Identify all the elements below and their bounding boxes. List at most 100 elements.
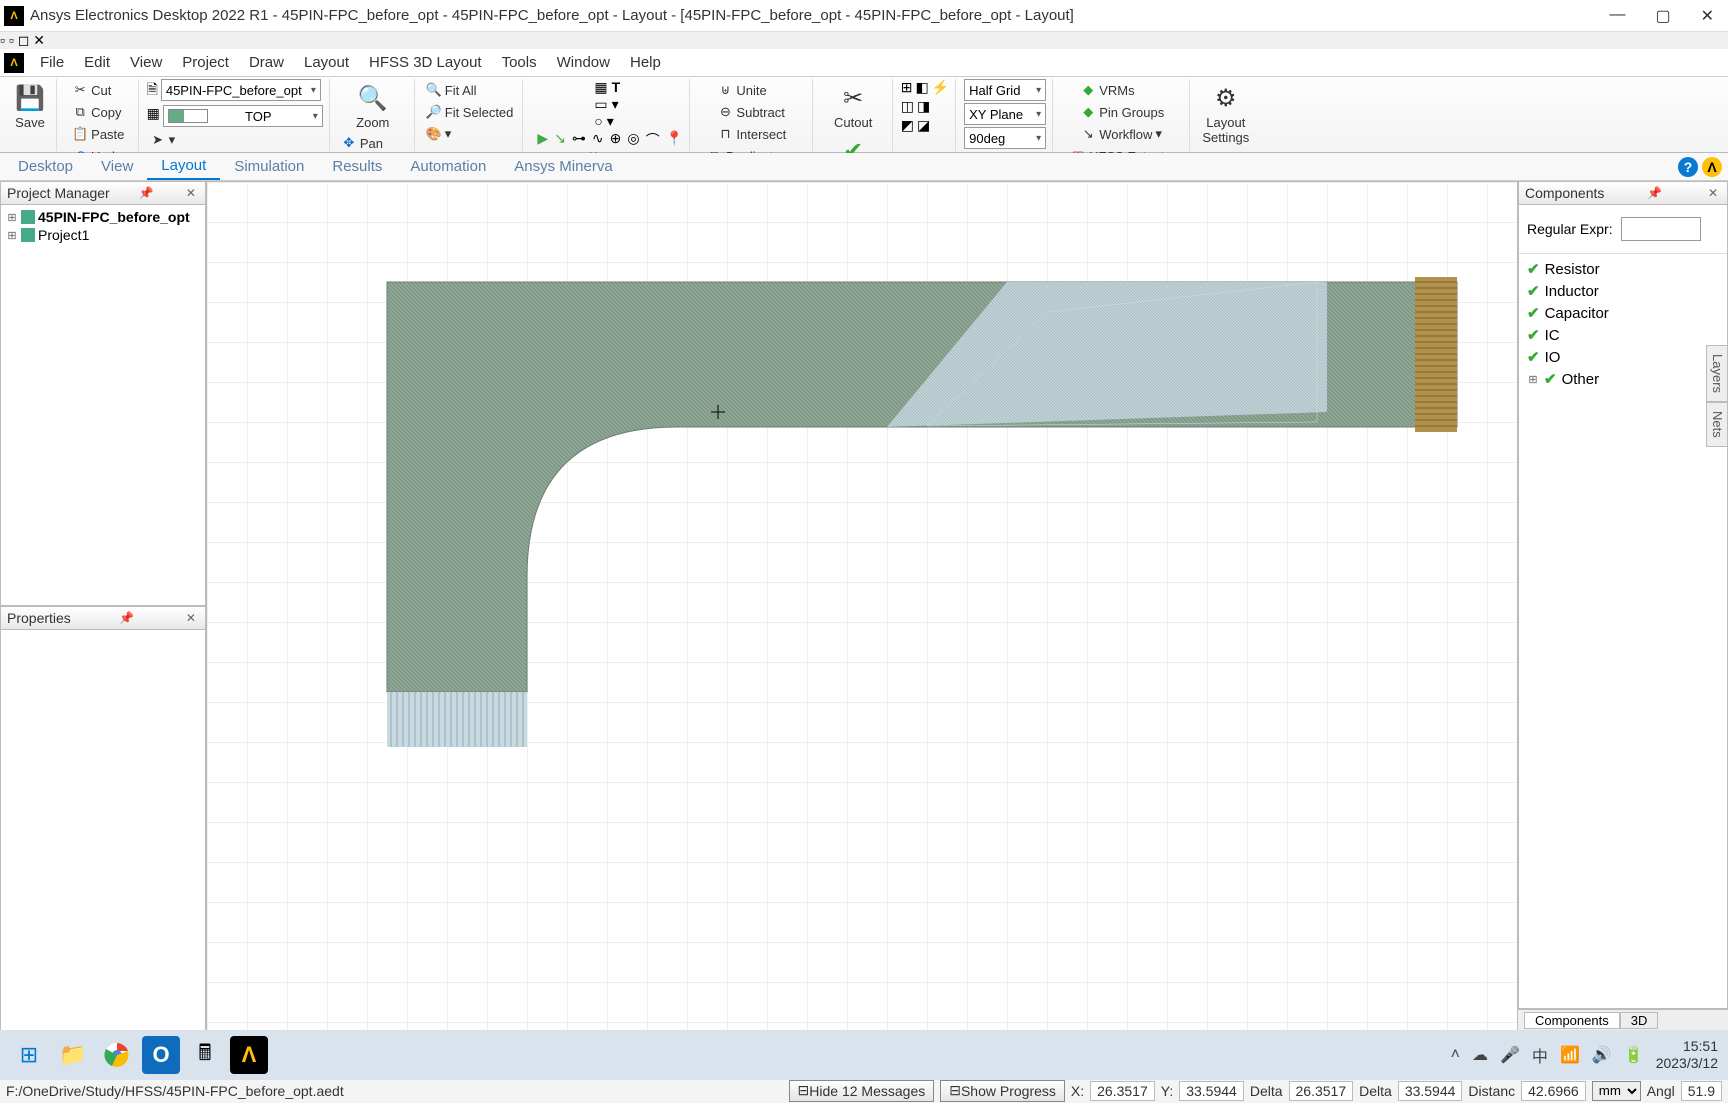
menu-help[interactable]: Help	[620, 51, 671, 74]
vrms-button[interactable]: ◆VRMs	[1077, 79, 1167, 101]
color-button[interactable]: 🎨▾	[423, 123, 517, 145]
tab-simulation[interactable]: Simulation	[220, 154, 318, 179]
close-panel-icon[interactable]: ✕	[183, 186, 199, 200]
menu-layout[interactable]: Layout	[294, 51, 359, 74]
rect-tool-icon[interactable]: ▭	[594, 96, 607, 113]
regex-input[interactable]	[1621, 217, 1701, 241]
subtract-button[interactable]: ⊖Subtract	[714, 101, 789, 123]
explorer-icon[interactable]: 📁	[54, 1036, 92, 1074]
zoom-button[interactable]: 🔍Zoom	[352, 79, 393, 132]
mdi-window-controls[interactable]: ▫ ▫ ◻ ✕	[0, 32, 1728, 49]
save-button[interactable]: 💾 Save	[10, 79, 50, 132]
menu-bar: Λ File Edit View Project Draw Layout HFS…	[0, 49, 1728, 77]
paste-button[interactable]: 📋Paste	[69, 123, 127, 145]
design-dropdown[interactable]: 45PIN-FPC_before_opt▾	[161, 79, 321, 101]
layout-settings-button[interactable]: ⚙LayoutSettings	[1198, 79, 1253, 147]
close-panel-icon[interactable]: ✕	[1705, 186, 1721, 200]
menu-project[interactable]: Project	[172, 51, 239, 74]
menu-edit[interactable]: Edit	[74, 51, 120, 74]
tab-3d[interactable]: 3D	[1620, 1012, 1659, 1029]
onedrive-icon[interactable]: ☁	[1472, 1045, 1488, 1065]
menu-draw[interactable]: Draw	[239, 51, 294, 74]
tab-components[interactable]: Components	[1524, 1012, 1620, 1029]
grid-mode-dropdown[interactable]: Half Grid▾	[964, 79, 1046, 101]
check-icon[interactable]: ✔	[1544, 370, 1557, 388]
pingroups-button[interactable]: ◆Pin Groups	[1077, 101, 1167, 123]
cutout-button[interactable]: ✂Cutout	[830, 79, 876, 132]
paste-icon: 📋	[72, 126, 88, 142]
close-icon[interactable]: ✕	[1701, 6, 1714, 26]
tab-layout[interactable]: Layout	[147, 153, 220, 180]
pointer-tool[interactable]: ➤▾	[147, 129, 323, 151]
side-tab-nets[interactable]: Nets	[1706, 402, 1728, 447]
check-icon[interactable]: ✔	[1527, 326, 1540, 344]
ansys-logo-icon[interactable]: Λ	[1702, 157, 1722, 177]
arc-icon[interactable]: ⌒	[646, 130, 660, 150]
via-icon[interactable]: ⊕	[610, 130, 622, 150]
unit-select[interactable]: mm	[1592, 1081, 1641, 1101]
angle-dropdown[interactable]: 90deg▾	[964, 127, 1046, 149]
menu-hfss3d[interactable]: HFSS 3D Layout	[359, 51, 492, 74]
snap1-icon[interactable]: ⊞	[901, 79, 913, 96]
tab-minerva[interactable]: Ansys Minerva	[500, 154, 626, 179]
minimize-icon[interactable]: —	[1609, 6, 1625, 26]
cut-button[interactable]: ✂Cut	[69, 79, 127, 101]
start-button[interactable]: ⊞	[10, 1036, 48, 1074]
tab-automation[interactable]: Automation	[396, 154, 500, 179]
menu-tools[interactable]: Tools	[492, 51, 547, 74]
check-icon[interactable]: ✔	[1527, 348, 1540, 366]
play-icon[interactable]: ▶	[537, 130, 548, 150]
check-icon[interactable]: ✔	[1527, 260, 1540, 278]
layer-dropdown[interactable]: TOP▾	[163, 105, 323, 127]
calculator-icon[interactable]: 🖩	[186, 1036, 224, 1074]
system-clock[interactable]: 15:51 2023/3/12	[1656, 1038, 1718, 1072]
snap2-icon[interactable]: ◧	[915, 79, 928, 96]
pin-icon[interactable]: 📌	[1644, 186, 1665, 200]
pin-icon[interactable]: 📌	[136, 186, 157, 200]
chrome-icon[interactable]	[98, 1036, 136, 1074]
plane-dropdown[interactable]: XY Plane▾	[964, 103, 1046, 125]
arrow-icon[interactable]: ↘	[554, 130, 566, 150]
pin-icon[interactable]: 📍	[666, 130, 683, 150]
outlook-icon[interactable]: O	[142, 1036, 180, 1074]
intersect-button[interactable]: ⊓Intersect	[714, 123, 789, 145]
text-tool-icon[interactable]: T	[612, 79, 621, 96]
project-tree[interactable]: ⊞45PIN-FPC_before_opt ⊞Project1	[0, 205, 206, 606]
close-panel-icon[interactable]: ✕	[183, 611, 199, 625]
pin-icon[interactable]: 📌	[116, 611, 137, 625]
battery-icon[interactable]: 🔋	[1624, 1045, 1644, 1065]
tab-results[interactable]: Results	[318, 154, 396, 179]
menu-file[interactable]: File	[30, 51, 74, 74]
fit-selected-button[interactable]: 🔎Fit Selected	[423, 101, 517, 123]
circle-tool-icon[interactable]: ○	[594, 113, 602, 130]
maximize-icon[interactable]: ▢	[1655, 6, 1670, 26]
copy-button[interactable]: ⧉Copy	[69, 101, 127, 123]
side-tab-layers[interactable]: Layers	[1706, 345, 1728, 402]
target-icon[interactable]: ◎	[627, 130, 639, 150]
ansys-taskbar-icon[interactable]: Λ	[230, 1036, 268, 1074]
hide-messages-button[interactable]: ⊟ Hide 12 Messages	[789, 1080, 935, 1102]
microphone-icon[interactable]: 🎤	[1500, 1045, 1520, 1065]
wifi-icon[interactable]: 📶	[1560, 1045, 1580, 1065]
connect-icon[interactable]: ⊶	[572, 130, 586, 150]
unite-button[interactable]: ⊎Unite	[714, 79, 789, 101]
grid-tool-icon[interactable]: ▦	[594, 79, 607, 96]
tab-desktop[interactable]: Desktop	[4, 154, 87, 179]
trace-icon[interactable]: ∿	[592, 130, 604, 150]
menu-view[interactable]: View	[120, 51, 172, 74]
fit-all-button[interactable]: 🔍Fit All	[423, 79, 517, 101]
help-icon[interactable]: ?	[1678, 157, 1698, 177]
layout-canvas[interactable]	[206, 181, 1518, 1031]
volume-icon[interactable]: 🔊	[1592, 1045, 1612, 1065]
chevron-up-icon[interactable]: ˄	[1451, 1046, 1460, 1064]
components-tree[interactable]: ✔Resistor ✔Inductor ✔Capacitor ✔IC ✔IO ⊞…	[1519, 254, 1727, 394]
check-icon[interactable]: ✔	[1527, 304, 1540, 322]
menu-window[interactable]: Window	[547, 51, 620, 74]
tab-view[interactable]: View	[87, 154, 147, 179]
workflow-button[interactable]: ↘Workflow▾	[1077, 123, 1167, 145]
pan-button[interactable]: ✥Pan	[338, 132, 408, 154]
show-progress-button[interactable]: ⊟ Show Progress	[940, 1080, 1065, 1102]
ime-icon[interactable]: 中	[1532, 1043, 1548, 1067]
check-icon[interactable]: ✔	[1527, 282, 1540, 300]
snap3-icon[interactable]: ⚡	[932, 79, 949, 96]
